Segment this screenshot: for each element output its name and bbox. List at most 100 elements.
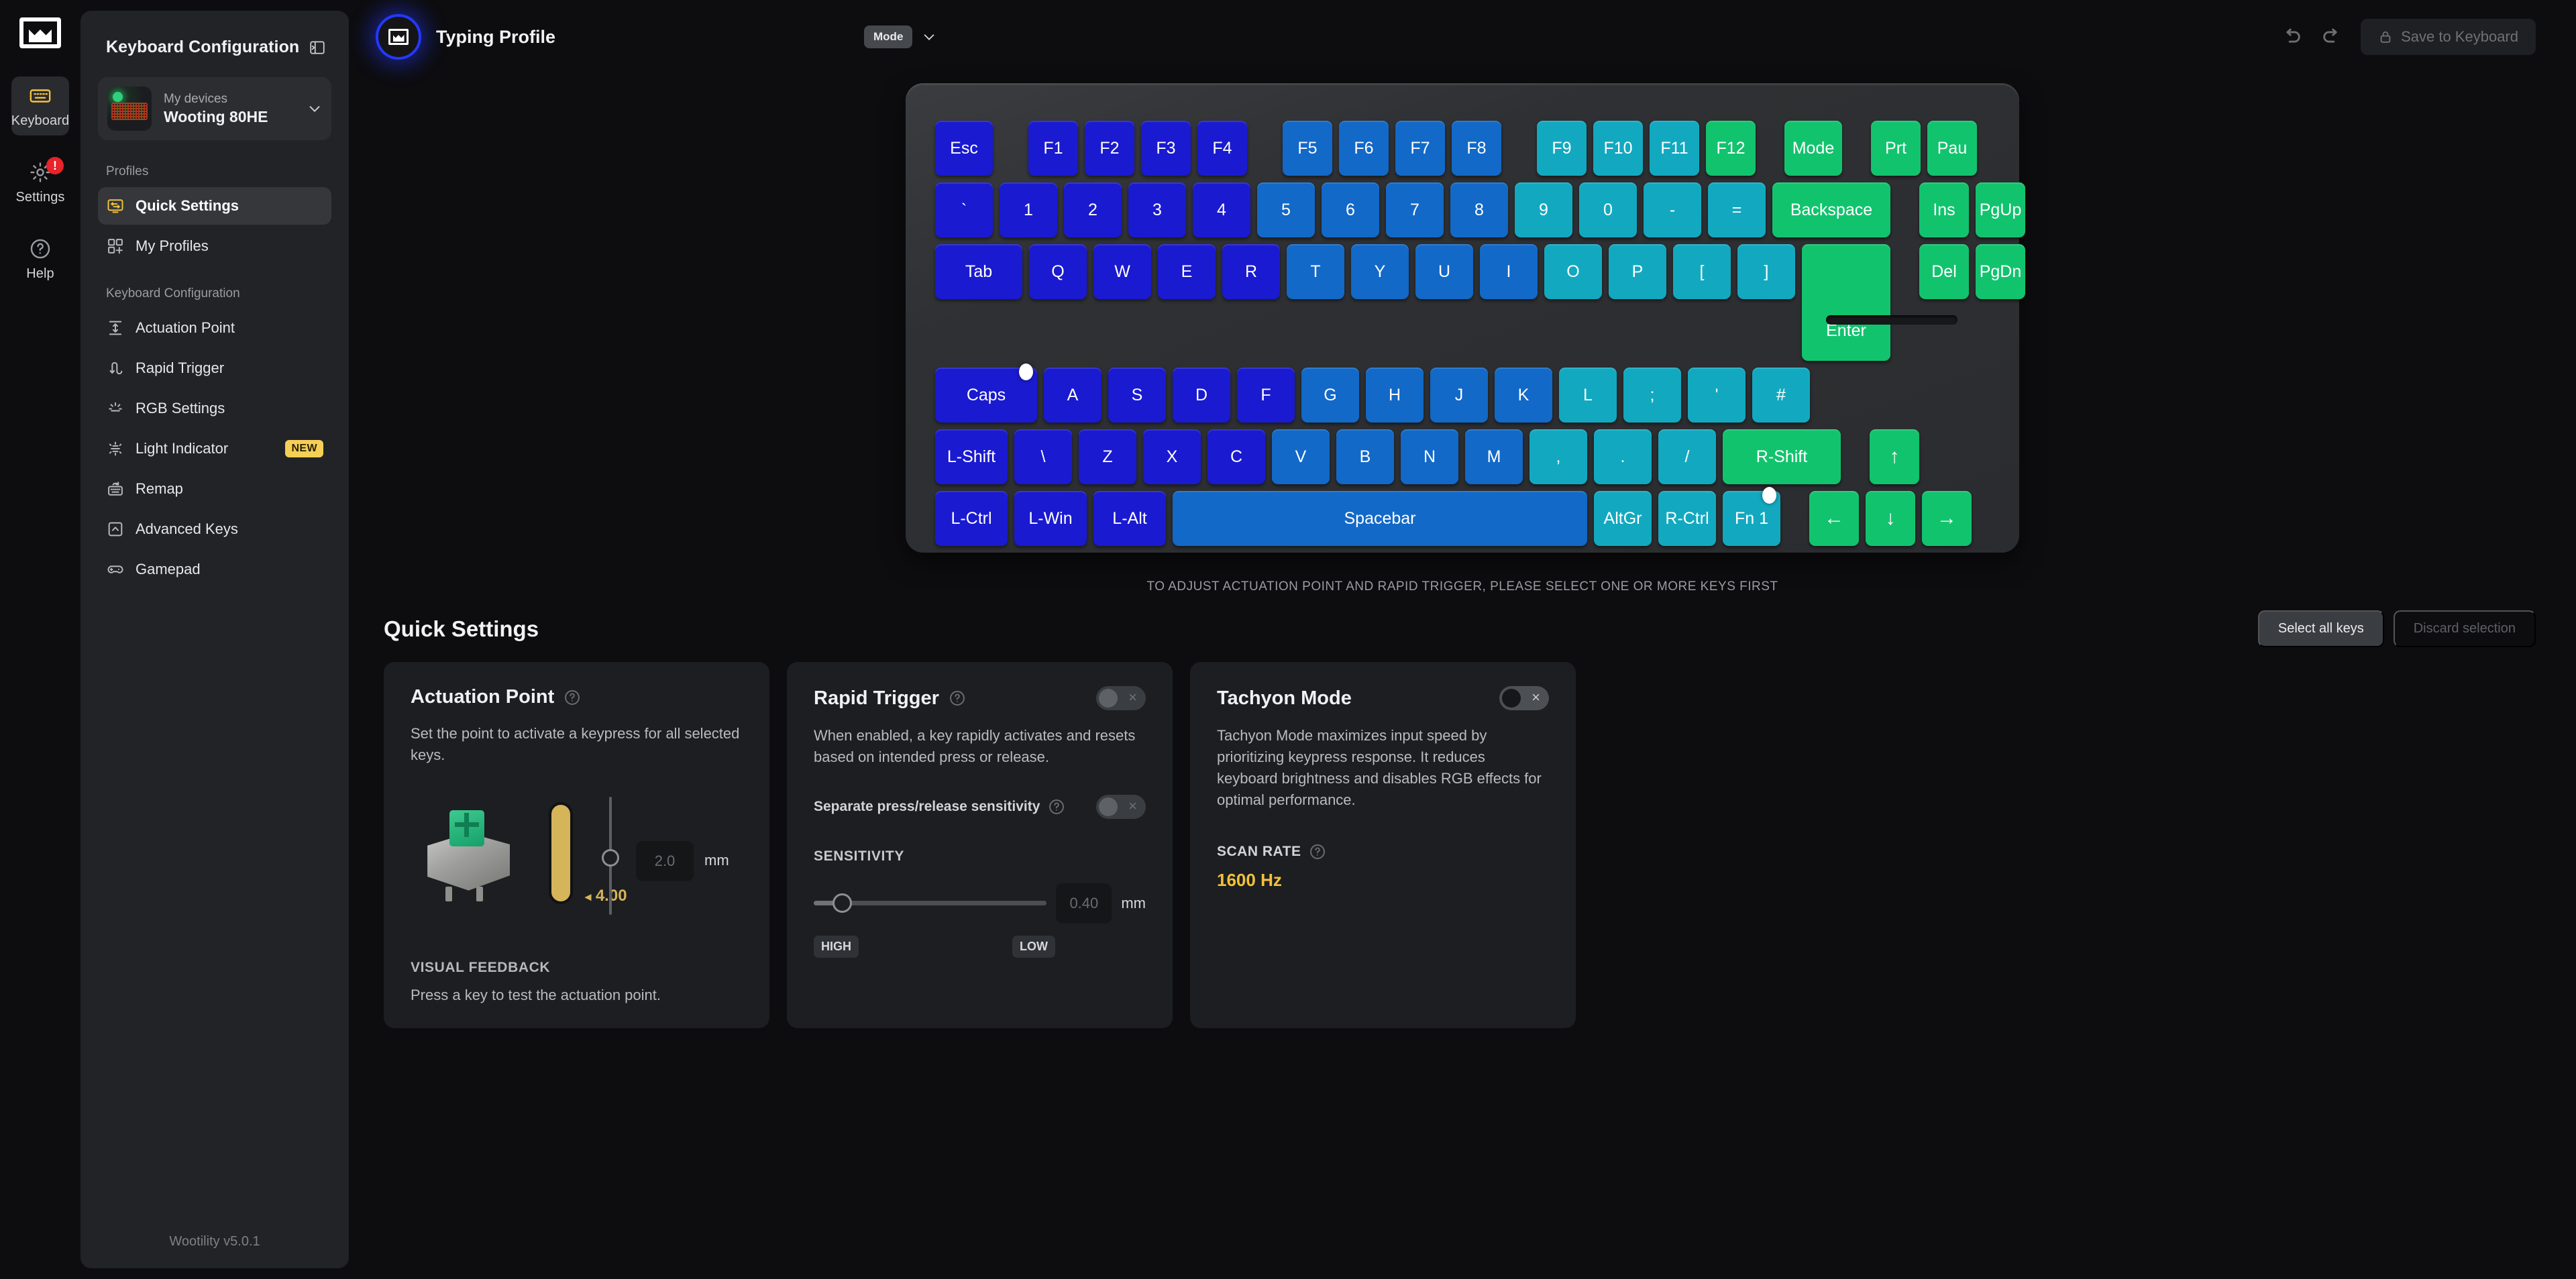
key-d[interactable]: D: [1173, 368, 1230, 423]
key-3[interactable]: 3: [1128, 182, 1186, 237]
key-f9[interactable]: F9: [1537, 121, 1587, 176]
key-c[interactable]: C: [1208, 429, 1265, 484]
actuation-slider-knob[interactable]: [602, 848, 619, 867]
key-backspace[interactable]: Backspace: [1772, 182, 1890, 237]
key-fn-1[interactable]: Fn 1: [1723, 487, 1780, 546]
key-[interactable]: ←: [1809, 491, 1859, 546]
key-7[interactable]: 7: [1386, 182, 1444, 237]
actuation-value-input[interactable]: 2.0: [636, 840, 694, 881]
sidebar-item-gamepad[interactable]: Gamepad: [98, 551, 331, 588]
key-y[interactable]: Y: [1351, 244, 1409, 299]
key-o[interactable]: O: [1544, 244, 1602, 299]
key-h[interactable]: H: [1366, 368, 1424, 423]
key-z[interactable]: Z: [1079, 429, 1136, 484]
key-[interactable]: →: [1922, 491, 1972, 546]
sidebar-item-light-indicator[interactable]: Light Indicator NEW: [98, 430, 331, 467]
sensitivity-value-input[interactable]: 0.40: [1056, 883, 1112, 924]
key-[interactable]: /: [1658, 429, 1716, 484]
key-f3[interactable]: F3: [1141, 121, 1191, 176]
key-2[interactable]: 2: [1064, 182, 1122, 237]
key-[interactable]: ↓: [1866, 491, 1915, 546]
save-to-keyboard-button[interactable]: Save to Keyboard: [2361, 19, 2536, 55]
key-del[interactable]: Del: [1919, 244, 1969, 299]
key-[interactable]: \: [1014, 429, 1072, 484]
question-circle-icon[interactable]: [564, 689, 581, 706]
key-s[interactable]: S: [1108, 368, 1166, 423]
key-[interactable]: `: [935, 182, 993, 237]
collapse-panel-icon[interactable]: [309, 39, 326, 56]
key-p[interactable]: P: [1609, 244, 1666, 299]
key-spacebar[interactable]: Spacebar: [1173, 491, 1587, 546]
key-g[interactable]: G: [1301, 368, 1359, 423]
key-l-shift[interactable]: L-Shift: [935, 429, 1008, 484]
key-m[interactable]: M: [1465, 429, 1523, 484]
key-pau[interactable]: Pau: [1927, 121, 1977, 176]
key-mode[interactable]: Mode: [1784, 121, 1842, 176]
sidebar-item-my-profiles[interactable]: My Profiles: [98, 227, 331, 265]
key-t[interactable]: T: [1287, 244, 1344, 299]
key-9[interactable]: 9: [1515, 182, 1572, 237]
select-all-keys-button[interactable]: Select all keys: [2257, 610, 2384, 647]
key-8[interactable]: 8: [1450, 182, 1508, 237]
sidebar-item-quick-settings[interactable]: Quick Settings: [98, 187, 331, 225]
key-prt[interactable]: Prt: [1871, 121, 1921, 176]
key-r-shift[interactable]: R-Shift: [1723, 429, 1841, 484]
key-4[interactable]: 4: [1193, 182, 1250, 237]
key-ins[interactable]: Ins: [1919, 182, 1969, 237]
key-j[interactable]: J: [1430, 368, 1488, 423]
key-v[interactable]: V: [1272, 429, 1330, 484]
rail-item-help[interactable]: Help: [11, 229, 69, 288]
key-k[interactable]: K: [1495, 368, 1552, 423]
key-1[interactable]: 1: [1000, 182, 1057, 237]
key-[interactable]: ↑: [1870, 429, 1919, 484]
key-[interactable]: -: [1644, 182, 1701, 237]
key-e[interactable]: E: [1158, 244, 1216, 299]
key-f5[interactable]: F5: [1283, 121, 1332, 176]
key-[interactable]: .: [1594, 429, 1652, 484]
device-selector[interactable]: My devices Wooting 80HE: [98, 77, 331, 140]
key-altgr[interactable]: AltGr: [1594, 491, 1652, 546]
rail-item-settings[interactable]: ! Settings: [11, 153, 69, 212]
key-f12[interactable]: F12: [1706, 121, 1756, 176]
sidebar-item-remap[interactable]: Remap: [98, 470, 331, 508]
key-pgdn[interactable]: PgDn: [1976, 244, 2025, 299]
key-n[interactable]: N: [1401, 429, 1458, 484]
key-f4[interactable]: F4: [1197, 121, 1247, 176]
key-r[interactable]: R: [1222, 244, 1280, 299]
key-[interactable]: =: [1708, 182, 1766, 237]
key-5[interactable]: 5: [1257, 182, 1315, 237]
sensitivity-slider-knob[interactable]: [833, 893, 852, 913]
key-f10[interactable]: F10: [1593, 121, 1643, 176]
discard-selection-button[interactable]: Discard selection: [2393, 610, 2536, 647]
key-x[interactable]: X: [1143, 429, 1201, 484]
key-tab[interactable]: Tab: [935, 244, 1022, 299]
tachyon-mode-toggle[interactable]: ×: [1499, 686, 1549, 710]
key-esc[interactable]: Esc: [935, 121, 993, 176]
key-r-ctrl[interactable]: R-Ctrl: [1658, 491, 1716, 546]
key-f8[interactable]: F8: [1452, 121, 1501, 176]
redo-icon[interactable]: [2320, 25, 2343, 48]
key-l[interactable]: L: [1559, 368, 1617, 423]
sensitivity-slider-track[interactable]: [814, 893, 1047, 913]
undo-icon[interactable]: [2280, 25, 2303, 48]
key-f6[interactable]: F6: [1339, 121, 1389, 176]
rapid-trigger-toggle[interactable]: ×: [1096, 686, 1146, 710]
question-circle-icon[interactable]: [1048, 798, 1065, 816]
key-[interactable]: ;: [1623, 368, 1681, 423]
key-0[interactable]: 0: [1579, 182, 1637, 237]
key-u[interactable]: U: [1415, 244, 1473, 299]
key-f2[interactable]: F2: [1085, 121, 1134, 176]
rail-item-keyboard[interactable]: Keyboard: [11, 76, 69, 135]
key-q[interactable]: Q: [1029, 244, 1087, 299]
key-b[interactable]: B: [1336, 429, 1394, 484]
mode-selector[interactable]: Mode: [864, 25, 936, 48]
key-[interactable]: #: [1752, 368, 1810, 423]
keyboard-visualizer[interactable]: Esc F1 F2 F3 F4 F5 F6 F7 F8 F9 F10 F11 F12 Mode Prt Pau…: [906, 83, 2025, 553]
question-circle-icon[interactable]: [1309, 843, 1326, 860]
actuation-point-slider[interactable]: 2.0 mm: [602, 793, 729, 915]
key-[interactable]: [: [1673, 244, 1731, 299]
question-circle-icon[interactable]: [949, 689, 966, 707]
key-[interactable]: ,: [1529, 429, 1587, 484]
separate-sensitivity-toggle[interactable]: ×: [1096, 794, 1146, 819]
key-a[interactable]: A: [1044, 368, 1102, 423]
